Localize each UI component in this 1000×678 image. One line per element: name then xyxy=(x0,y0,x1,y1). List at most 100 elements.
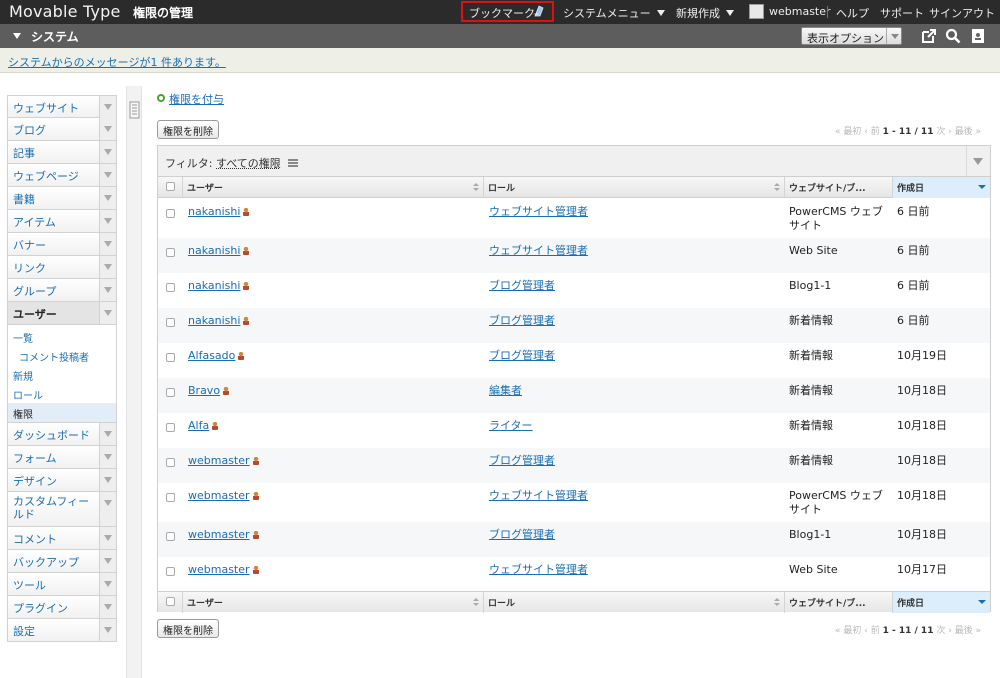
role-link[interactable]: ウェブサイト管理者 xyxy=(489,489,588,502)
role-link[interactable]: 編集者 xyxy=(489,384,522,397)
role-link[interactable]: ウェブサイト管理者 xyxy=(489,205,588,218)
sidebar-item-plugins[interactable]: プラグイン xyxy=(7,596,117,619)
app-logo[interactable]: Movable Type xyxy=(9,2,121,21)
chevron-down-icon[interactable] xyxy=(99,550,116,572)
column-header-site[interactable]: ウェブサイト/ブ... xyxy=(784,177,892,198)
submenu-item-roles[interactable]: ロール xyxy=(8,384,116,403)
chevron-down-icon[interactable] xyxy=(99,210,116,232)
chevron-down-icon[interactable] xyxy=(99,527,116,549)
chevron-down-icon[interactable] xyxy=(99,573,116,595)
row-checkbox[interactable] xyxy=(166,493,175,502)
select-all-checkbox[interactable] xyxy=(166,182,175,191)
column-header-site[interactable]: ウェブサイト/ブ... xyxy=(784,592,892,613)
user-link[interactable]: nakanishi xyxy=(188,314,240,327)
sidebar-item-websites[interactable]: ウェブサイト xyxy=(7,95,117,118)
chevron-down-icon[interactable] xyxy=(99,118,116,140)
user-link[interactable]: Alfasado xyxy=(188,349,235,362)
column-header-created[interactable]: 作成日 xyxy=(892,177,990,198)
chevron-down-icon[interactable] xyxy=(99,256,116,278)
user-link[interactable]: nakanishi xyxy=(188,244,240,257)
chevron-down-icon[interactable] xyxy=(99,233,116,255)
filter-select[interactable]: すべての権限 xyxy=(216,157,281,170)
sidebar-item-users[interactable]: ユーザー xyxy=(7,302,117,325)
bookmark-icon[interactable] xyxy=(532,4,546,18)
scope-toggle-icon[interactable] xyxy=(13,33,21,39)
submenu-item-permissions[interactable]: 権限 xyxy=(8,403,116,422)
select-all-checkbox[interactable] xyxy=(166,597,175,606)
submenu-item-commenters[interactable]: コメント投稿者 xyxy=(8,346,116,365)
row-checkbox[interactable] xyxy=(166,283,175,292)
chevron-down-icon[interactable] xyxy=(99,187,116,209)
user-link[interactable]: nakanishi xyxy=(188,205,240,218)
system-menu[interactable]: システムメニュー xyxy=(563,5,665,21)
user-link[interactable]: webmaster xyxy=(188,563,250,576)
user-link[interactable]: webmaster xyxy=(188,489,250,502)
role-link[interactable]: ライター xyxy=(489,419,533,432)
user-link[interactable]: Bravo xyxy=(188,384,220,397)
chevron-down-icon[interactable] xyxy=(99,96,116,118)
chevron-down-icon[interactable] xyxy=(99,141,116,163)
row-checkbox[interactable] xyxy=(166,423,175,432)
search-icon[interactable] xyxy=(945,28,961,44)
sidebar-item-dashboard[interactable]: ダッシュボード xyxy=(7,423,117,446)
role-link[interactable]: ブログ管理者 xyxy=(489,314,555,327)
user-link[interactable]: Alfa xyxy=(188,419,209,432)
chevron-down-icon[interactable] xyxy=(99,302,116,324)
row-checkbox[interactable] xyxy=(166,532,175,541)
sidebar-item-entries[interactable]: 記事 xyxy=(7,141,117,164)
delete-permission-button[interactable]: 権限を削除 xyxy=(157,619,219,638)
chevron-down-icon[interactable] xyxy=(99,279,116,301)
sidebar-item-forms[interactable]: フォーム xyxy=(7,446,117,469)
submenu-item-list[interactable]: 一覧 xyxy=(8,327,116,346)
row-checkbox[interactable] xyxy=(166,353,175,362)
sidebar-item-design[interactable]: デザイン xyxy=(7,469,117,492)
list-icon[interactable] xyxy=(288,159,299,167)
role-link[interactable]: ウェブサイト管理者 xyxy=(489,244,588,257)
sidebar-item-items[interactable]: アイテム xyxy=(7,210,117,233)
role-link[interactable]: ブログ管理者 xyxy=(489,279,555,292)
column-header-role[interactable]: ロール xyxy=(483,177,784,198)
row-checkbox[interactable] xyxy=(166,388,175,397)
sidebar-item-pages[interactable]: ウェブページ xyxy=(7,164,117,187)
chevron-down-icon[interactable] xyxy=(99,164,116,186)
sidebar-item-links[interactable]: リンク xyxy=(7,256,117,279)
row-checkbox[interactable] xyxy=(166,567,175,576)
sidebar-item-backup[interactable]: バックアップ xyxy=(7,550,117,573)
sidebar-item-custom-fields[interactable]: カスタムフィールド xyxy=(7,492,117,527)
row-checkbox[interactable] xyxy=(166,248,175,257)
submenu-item-new[interactable]: 新規 xyxy=(8,365,116,384)
delete-permission-button[interactable]: 権限を削除 xyxy=(157,120,219,139)
role-link[interactable]: ウェブサイト管理者 xyxy=(489,563,588,576)
role-link[interactable]: ブログ管理者 xyxy=(489,528,555,541)
role-link[interactable]: ブログ管理者 xyxy=(489,454,555,467)
sidebar-item-tools[interactable]: ツール xyxy=(7,573,117,596)
display-options-button[interactable]: 表示オプション xyxy=(801,27,902,45)
chevron-down-icon[interactable] xyxy=(99,492,116,526)
chevron-down-icon[interactable] xyxy=(99,596,116,618)
chevron-down-icon[interactable] xyxy=(99,469,116,491)
column-header-created[interactable]: 作成日 xyxy=(892,592,990,613)
user-menu[interactable]: webmaster xyxy=(769,5,831,18)
sidebar-item-comments[interactable]: コメント xyxy=(7,527,117,550)
user-link[interactable]: nakanishi xyxy=(188,279,240,292)
sidebar-item-books[interactable]: 書籍 xyxy=(7,187,117,210)
help-link[interactable]: ヘルプ xyxy=(836,5,869,21)
row-checkbox[interactable] xyxy=(166,458,175,467)
chevron-down-icon[interactable] xyxy=(99,619,116,641)
external-link-icon[interactable] xyxy=(921,28,937,44)
signout-link[interactable]: サインアウト xyxy=(929,5,995,21)
column-header-user[interactable]: ユーザー xyxy=(182,592,483,613)
chevron-down-icon[interactable] xyxy=(99,446,116,468)
new-menu[interactable]: 新規作成 xyxy=(676,5,734,21)
sidebar-item-settings[interactable]: 設定 xyxy=(7,619,117,642)
user-link[interactable]: webmaster xyxy=(188,528,250,541)
sidebar-item-banners[interactable]: バナー xyxy=(7,233,117,256)
sidebar-collapse-handle-icon[interactable] xyxy=(127,90,142,130)
grant-permission-link[interactable]: 権限を付与 xyxy=(169,91,224,107)
scope-name[interactable]: システム xyxy=(31,28,79,45)
bookmark-button[interactable]: ブックマーク xyxy=(469,5,535,21)
column-header-role[interactable]: ロール xyxy=(483,592,784,613)
support-link[interactable]: サポート xyxy=(880,5,924,21)
avatar[interactable] xyxy=(749,4,764,19)
user-link[interactable]: webmaster xyxy=(188,454,250,467)
